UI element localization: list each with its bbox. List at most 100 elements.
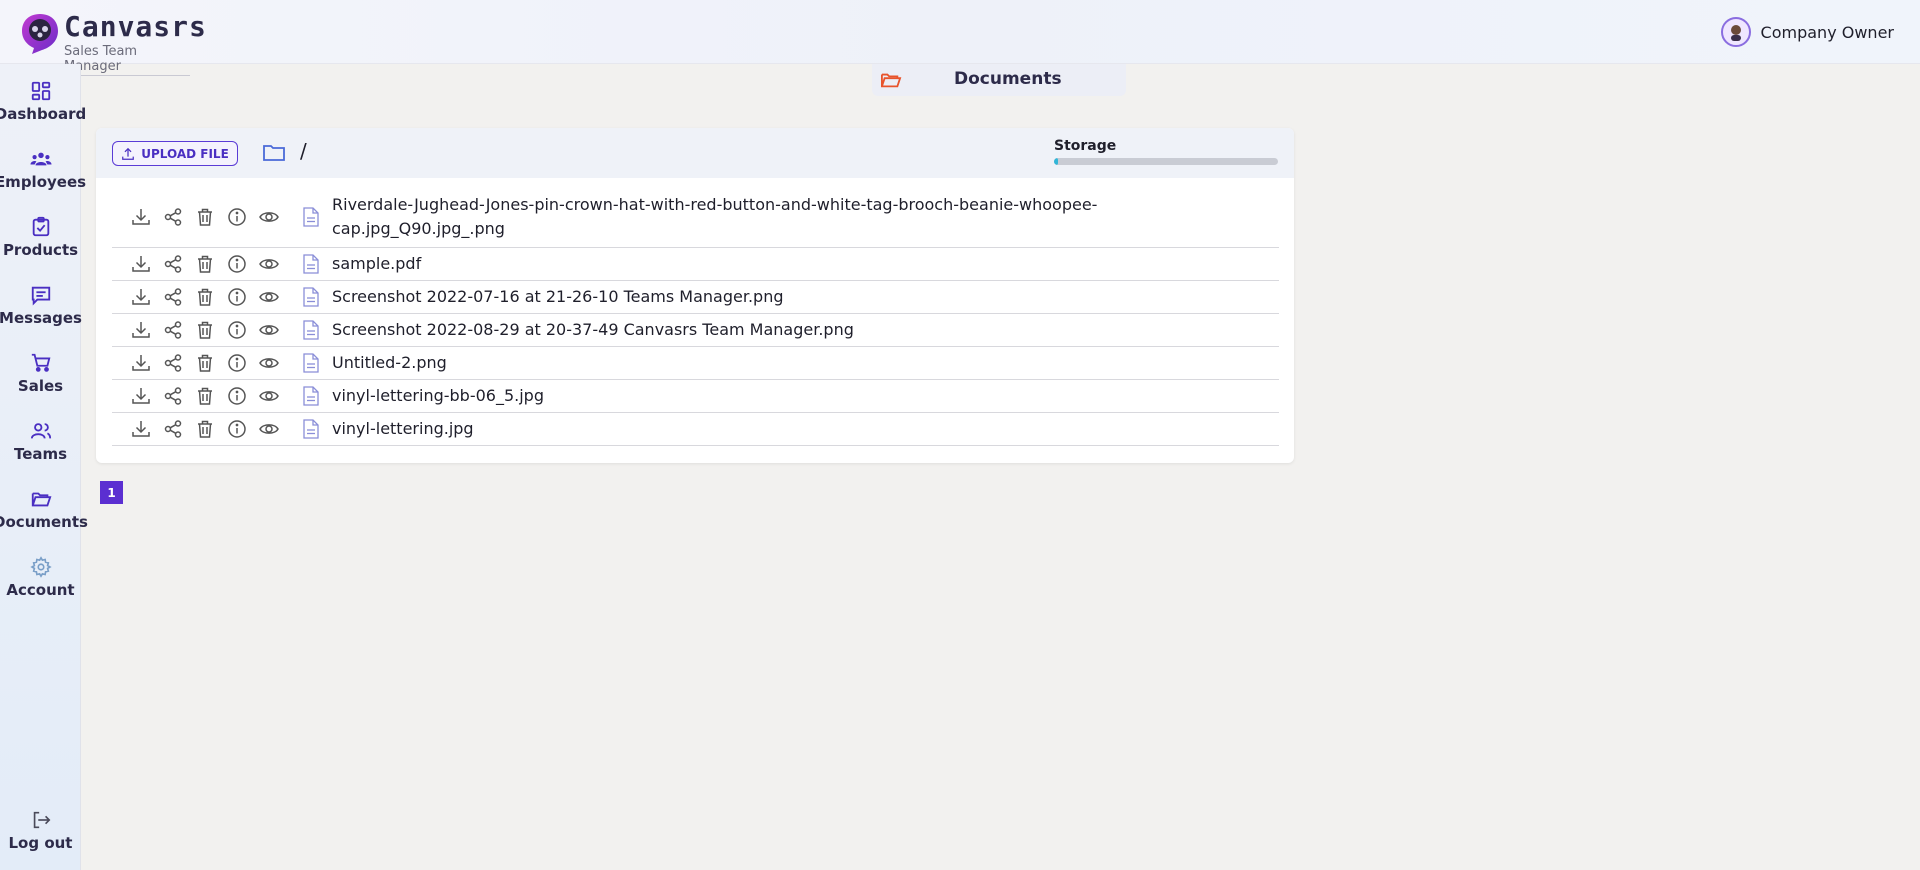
delete-button[interactable] — [194, 206, 216, 228]
trash-icon — [198, 255, 212, 273]
delete-button[interactable] — [194, 385, 216, 407]
file-row: vinyl-lettering.jpg — [112, 413, 1279, 446]
cart-icon — [31, 353, 50, 372]
share-button[interactable] — [162, 253, 184, 275]
file-name[interactable]: Untitled-2.png — [332, 351, 1152, 375]
preview-button[interactable] — [258, 286, 280, 308]
download-button[interactable] — [130, 286, 152, 308]
app-logo[interactable]: Canvasrs Sales Team Manager — [20, 8, 206, 76]
preview-button[interactable] — [258, 385, 280, 407]
preview-button[interactable] — [258, 253, 280, 275]
file-icon — [303, 254, 319, 274]
download-button[interactable] — [130, 385, 152, 407]
folder-icon[interactable] — [262, 141, 286, 165]
delete-button[interactable] — [194, 352, 216, 374]
avatar[interactable] — [1720, 17, 1751, 47]
sidebar-item-messages[interactable]: Messages — [0, 284, 82, 344]
dashboard-icon — [31, 81, 50, 101]
sidebar-item-products[interactable]: Products — [0, 216, 81, 276]
download-icon — [132, 421, 150, 437]
documents-card: UPLOAD FILE / Storage Riverdale-Jughead-… — [96, 128, 1294, 463]
share-button[interactable] — [162, 319, 184, 341]
info-icon — [228, 207, 246, 226]
info-button[interactable] — [226, 385, 248, 407]
sidebar: Dashboard Employees Products Messages Sa… — [0, 64, 88, 870]
trash-icon — [198, 354, 212, 372]
download-button[interactable] — [130, 418, 152, 440]
user-name: Company Owner — [1760, 22, 1894, 42]
delete-button[interactable] — [194, 286, 216, 308]
file-row: vinyl-lettering-bb-06_5.jpg — [112, 380, 1279, 413]
share-button[interactable] — [162, 206, 184, 228]
trash-icon — [198, 387, 212, 405]
sidebar-item-label: Employees — [0, 173, 87, 191]
info-icon — [228, 255, 246, 273]
sidebar-item-employees[interactable]: Employees — [0, 148, 86, 208]
download-button[interactable] — [130, 319, 152, 341]
download-icon — [132, 355, 150, 371]
preview-button[interactable] — [258, 352, 280, 374]
share-icon — [164, 387, 182, 405]
share-button[interactable] — [162, 286, 184, 308]
share-button[interactable] — [162, 385, 184, 407]
file-actions — [130, 253, 280, 275]
download-button[interactable] — [130, 253, 152, 275]
info-button[interactable] — [226, 286, 248, 308]
breadcrumb[interactable]: / — [300, 139, 307, 163]
preview-button[interactable] — [258, 319, 280, 341]
share-button[interactable] — [162, 352, 184, 374]
gear-icon — [29, 556, 52, 578]
upload-file-button[interactable]: UPLOAD FILE — [112, 141, 238, 166]
sidebar-item-account[interactable]: Account — [0, 556, 81, 616]
file-icon — [303, 206, 319, 227]
logout-icon — [33, 811, 50, 829]
eye-icon — [259, 292, 279, 302]
file-name[interactable]: Screenshot 2022-07-16 at 21-26-10 Teams … — [332, 285, 1152, 309]
sidebar-item-label: Documents — [0, 513, 88, 531]
info-button[interactable] — [226, 253, 248, 275]
info-button[interactable] — [226, 352, 248, 374]
sidebar-item-sales[interactable]: Sales — [0, 352, 81, 412]
share-button[interactable] — [162, 418, 184, 440]
delete-button[interactable] — [194, 418, 216, 440]
delete-button[interactable] — [194, 253, 216, 275]
file-name[interactable]: vinyl-lettering.jpg — [332, 417, 1152, 441]
sidebar-item-teams[interactable]: Teams — [0, 420, 81, 480]
tab-documents[interactable]: Documents — [872, 64, 1126, 96]
pagination-page-button[interactable]: 1 — [100, 481, 123, 504]
file-row: sample.pdf — [112, 248, 1279, 281]
employees-icon — [29, 152, 52, 166]
delete-button[interactable] — [194, 319, 216, 341]
app-subtitle: Sales Team Manager — [64, 44, 190, 76]
download-button[interactable] — [130, 206, 152, 228]
messages-icon — [31, 286, 50, 306]
file-name[interactable]: vinyl-lettering-bb-06_5.jpg — [332, 384, 1152, 408]
file-row: Riverdale-Jughead-Jones-pin-crown-hat-wi… — [112, 186, 1279, 248]
info-icon — [228, 354, 246, 372]
user-menu[interactable]: Company Owner — [1720, 17, 1894, 47]
eye-icon — [259, 358, 279, 368]
sidebar-item-label: Dashboard — [0, 105, 87, 123]
download-icon — [132, 322, 150, 338]
preview-button[interactable] — [258, 418, 280, 440]
file-name[interactable]: Screenshot 2022-08-29 at 20-37-49 Canvas… — [332, 318, 1152, 342]
file-row: Screenshot 2022-08-29 at 20-37-49 Canvas… — [112, 314, 1279, 347]
download-icon — [132, 256, 150, 272]
sidebar-item-logout[interactable]: Log out — [0, 809, 81, 869]
file-name[interactable]: sample.pdf — [332, 252, 1152, 276]
file-actions — [130, 352, 280, 374]
file-name[interactable]: Riverdale-Jughead-Jones-pin-crown-hat-wi… — [332, 193, 1152, 241]
file-actions — [130, 286, 280, 308]
eye-icon — [259, 424, 279, 434]
sidebar-item-documents[interactable]: Documents — [0, 488, 88, 548]
upload-icon — [122, 147, 135, 160]
download-button[interactable] — [130, 352, 152, 374]
info-button[interactable] — [226, 418, 248, 440]
sidebar-item-dashboard[interactable]: Dashboard — [0, 80, 86, 140]
info-button[interactable] — [226, 319, 248, 341]
info-button[interactable] — [226, 206, 248, 228]
file-row: Untitled-2.png — [112, 347, 1279, 380]
download-icon — [132, 289, 150, 305]
trash-icon — [198, 288, 212, 306]
preview-button[interactable] — [258, 206, 280, 228]
